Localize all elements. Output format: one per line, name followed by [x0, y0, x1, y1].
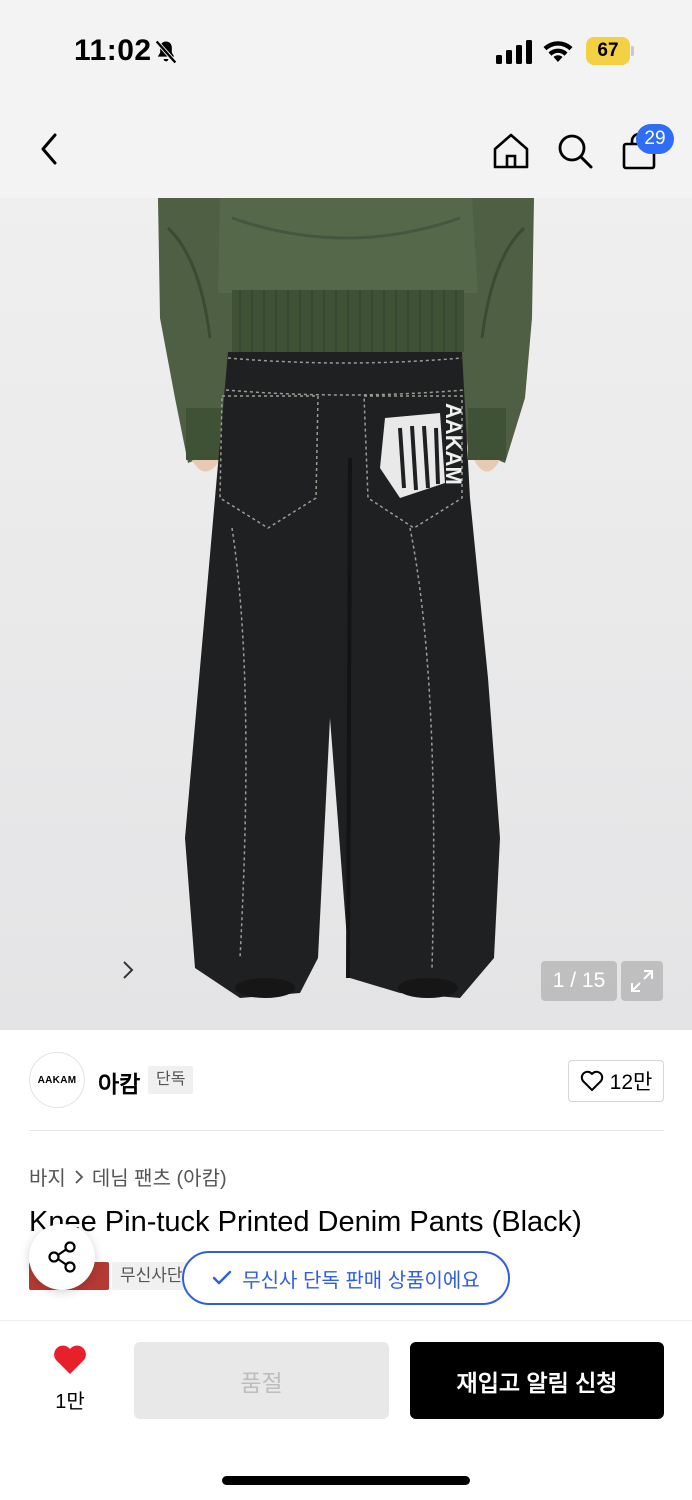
brand-like-button[interactable]: 12만 — [568, 1060, 664, 1102]
product-like-button[interactable]: 1만 — [40, 1344, 100, 1414]
home-indicator — [222, 1476, 470, 1485]
expand-button[interactable] — [621, 961, 663, 1001]
battery-indicator: 67 — [586, 37, 634, 65]
status-bar: 11:02 67 — [0, 0, 692, 100]
exclusive-badge: 단독 — [148, 1066, 194, 1094]
product-image-gallery[interactable]: AAKAM — [0, 198, 692, 1030]
product-like-count: 1만 — [55, 1391, 85, 1413]
expand-icon — [631, 970, 653, 992]
brand-like-count: 12만 — [609, 1071, 653, 1094]
search-icon — [558, 134, 593, 169]
chevron-right-icon — [75, 1169, 84, 1184]
wifi-icon — [543, 41, 573, 62]
heart-filled-icon — [54, 1345, 86, 1374]
share-button[interactable] — [29, 1224, 95, 1290]
svg-text:AAKAM: AAKAM — [441, 403, 466, 485]
battery-percent: 67 — [597, 40, 619, 61]
image-counter: 1 / 15 — [541, 961, 617, 1001]
chevron-right-icon[interactable] — [122, 960, 134, 985]
top-navbar — [0, 100, 692, 198]
brand-logo[interactable]: AAKAM — [29, 1052, 85, 1108]
back-button[interactable] — [24, 124, 74, 174]
restock-alert-button[interactable]: 재입고 알림 신청 — [410, 1342, 664, 1419]
breadcrumb-subcategory[interactable]: 데님 팬츠 (아캄) — [92, 1162, 227, 1191]
cart-count-badge: 29 — [636, 124, 674, 154]
bell-slash-icon — [155, 40, 177, 64]
back-icon — [41, 133, 57, 165]
product-photo: AAKAM — [158, 198, 534, 998]
share-icon — [48, 1241, 76, 1273]
status-time: 11:02 — [74, 34, 152, 67]
brand-name[interactable]: 아캄 — [98, 1065, 140, 1099]
breadcrumb: 바지 데님 팬츠 (아캄) — [29, 1162, 227, 1191]
signal-icon — [496, 40, 532, 64]
divider — [29, 1130, 664, 1131]
search-button[interactable] — [550, 126, 600, 176]
heart-outline-icon — [580, 1070, 603, 1091]
home-icon — [493, 133, 529, 169]
product-title: Knee Pin-tuck Printed Denim Pants (Black… — [29, 1206, 582, 1238]
toast-text: 무신사 단독 판매 상품이에요 — [242, 1269, 480, 1292]
breadcrumb-category[interactable]: 바지 — [29, 1162, 66, 1191]
soldout-button: 품절 — [134, 1342, 389, 1419]
home-button[interactable] — [486, 126, 536, 176]
check-icon — [213, 1270, 232, 1285]
exclusive-toast: 무신사 단독 판매 상품이에요 — [182, 1251, 510, 1305]
